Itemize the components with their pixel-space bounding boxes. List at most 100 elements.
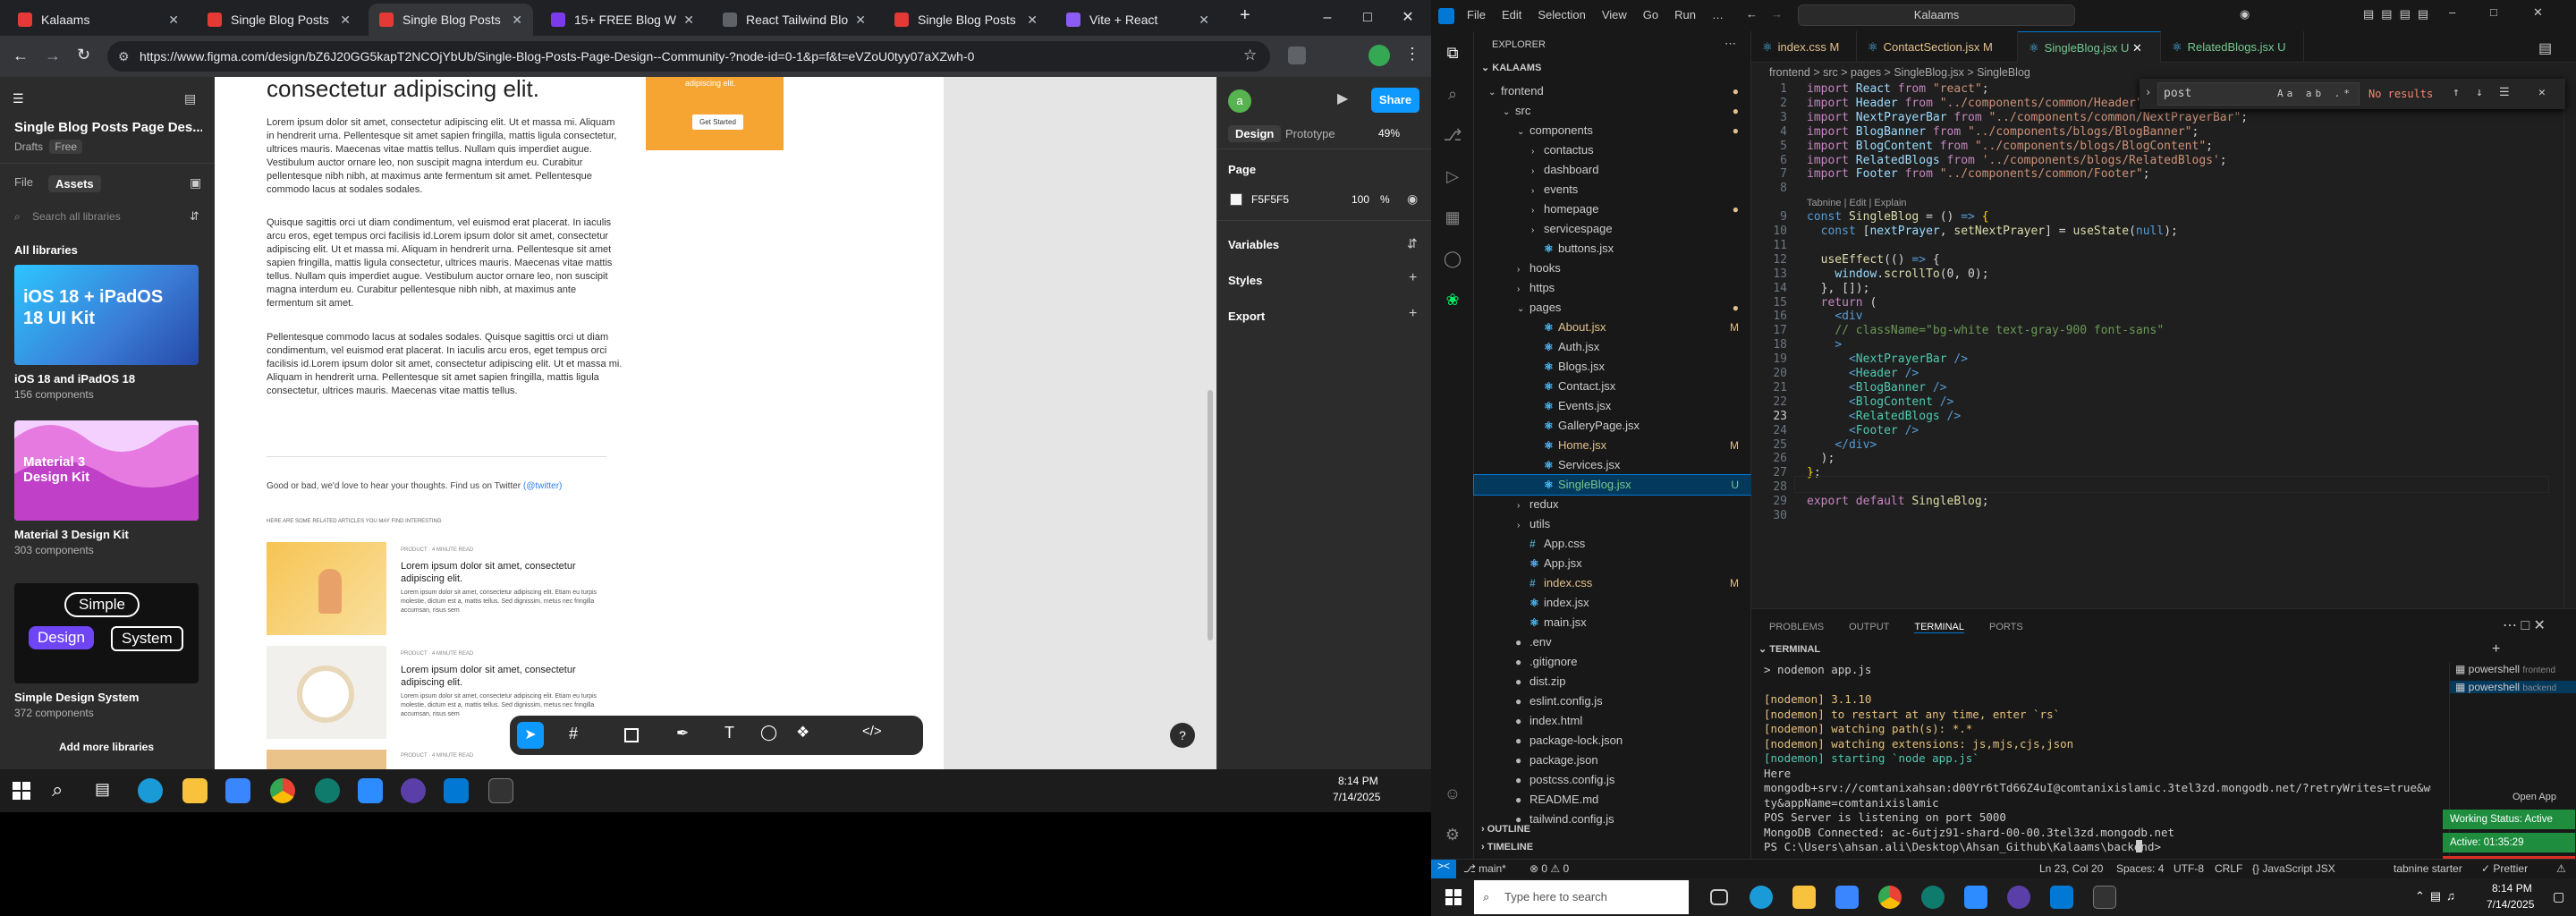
library-book-icon[interactable]: ▣ bbox=[190, 175, 201, 191]
folder-item[interactable]: › https bbox=[1474, 278, 1751, 298]
minimize-button[interactable]: – bbox=[1306, 0, 1349, 36]
edge-icon[interactable] bbox=[1750, 886, 1773, 909]
folder-item[interactable]: › servicespage bbox=[1474, 219, 1751, 239]
text-tool-icon[interactable]: T bbox=[724, 724, 734, 742]
tabnine-status[interactable]: tabnine starter bbox=[2394, 862, 2462, 875]
chrome-tab[interactable]: Single Blog Posts Page ✕ bbox=[197, 4, 361, 36]
split-editor-icon[interactable]: ▤ bbox=[2538, 39, 2552, 57]
file-item[interactable]: ● eslint.config.js bbox=[1474, 691, 1751, 711]
editor-tab[interactable]: ⚛ ContactSection.jsx M bbox=[1857, 31, 2018, 63]
library-tile-material[interactable]: Material 3 Design Kit bbox=[14, 420, 199, 521]
file-item[interactable]: # index.css M bbox=[1474, 573, 1751, 593]
file-item[interactable]: ● index.html bbox=[1474, 711, 1751, 731]
system-tray-icons[interactable]: ⌃▤♫ bbox=[2415, 889, 2461, 903]
cursor-position[interactable]: Ln 23, Col 20 bbox=[2039, 862, 2103, 875]
canvas-scrollbar[interactable] bbox=[1208, 390, 1213, 640]
command-center-search[interactable]: Kalaams bbox=[1798, 4, 2075, 26]
close-tab-icon[interactable]: ✕ bbox=[168, 13, 179, 28]
file-item[interactable]: ● .gitignore bbox=[1474, 652, 1751, 672]
close-window-button[interactable]: ✕ bbox=[2533, 5, 2543, 20]
menu-more[interactable]: … bbox=[1712, 8, 1724, 21]
account-icon[interactable]: ☺ bbox=[1442, 783, 1463, 804]
figma-menu-icon[interactable]: ☰ bbox=[13, 91, 24, 106]
obs-icon[interactable] bbox=[401, 778, 426, 803]
close-tab-icon[interactable]: ✕ bbox=[1199, 13, 1209, 28]
move-tool-icon[interactable]: ➤ bbox=[517, 722, 544, 749]
tab-prototype[interactable]: Prototype bbox=[1285, 127, 1335, 140]
indent-setting[interactable]: Spaces: 4 bbox=[2116, 862, 2164, 875]
chrome-icon[interactable] bbox=[270, 778, 295, 803]
export-section[interactable]: Export bbox=[1228, 310, 1265, 323]
explorer-more-icon[interactable]: ⋯ bbox=[1724, 37, 1736, 51]
maximize-button[interactable]: □ bbox=[1346, 0, 1389, 36]
add-more-libraries-button[interactable]: Add more libraries bbox=[14, 741, 199, 753]
site-info-icon[interactable]: ⚙ bbox=[118, 41, 130, 72]
file-item[interactable]: ⚛ SingleBlog.jsx U bbox=[1473, 474, 1752, 496]
design-frame[interactable]: consectetur adipiscing elit. Lorem ipsum… bbox=[215, 75, 944, 769]
layout-icons[interactable]: ▤▤▤▤ bbox=[2363, 7, 2436, 21]
zoom-level[interactable]: 49% bbox=[1378, 127, 1400, 140]
editor-tab[interactable]: ⚛ index.css M bbox=[1751, 31, 1857, 63]
chrome-icon[interactable] bbox=[1878, 886, 1902, 909]
profile-avatar[interactable] bbox=[1368, 45, 1390, 66]
task-view-icon[interactable] bbox=[1710, 889, 1728, 905]
file-item[interactable]: ⚛ App.jsx bbox=[1474, 554, 1751, 573]
close-tab-icon[interactable]: ✕ bbox=[1027, 13, 1038, 28]
folder-item[interactable]: › homepage ● bbox=[1474, 199, 1751, 219]
code-editor[interactable]: 1 2 3 4 5 6 7 8 9 10 11 12 13 14 15 16 17 18 19 20 21 22 23 24 2… bbox=[1751, 79, 2576, 610]
chrome-menu-icon[interactable]: ⋮ bbox=[1404, 45, 1420, 64]
url-field[interactable]: ⚙ https://www.figma.com/design/bZ6J20GG5… bbox=[107, 41, 1270, 72]
menu-item[interactable]: Selection bbox=[1538, 8, 1585, 21]
folder-item[interactable]: ⌄ frontend ● bbox=[1474, 81, 1751, 101]
editor-tab[interactable]: ⚛ SingleBlog.jsx U ✕ bbox=[2018, 31, 2161, 63]
frame-tool-icon[interactable]: # bbox=[569, 725, 578, 743]
clock-date[interactable]: 7/14/2025 bbox=[1333, 791, 1380, 803]
new-tab-button[interactable]: + bbox=[1240, 5, 1250, 26]
filter-icon[interactable]: ⇵ bbox=[190, 209, 199, 224]
folder-item[interactable]: › dashboard bbox=[1474, 160, 1751, 180]
folder-item[interactable]: › events bbox=[1474, 180, 1751, 199]
drafts-label[interactable]: Drafts Free bbox=[14, 140, 83, 154]
obs-icon[interactable] bbox=[2007, 886, 2030, 909]
file-item[interactable]: ⚛ index.jsx bbox=[1474, 593, 1751, 613]
line-ending[interactable]: CRLF bbox=[2215, 862, 2242, 875]
menu-item[interactable]: Edit bbox=[1502, 8, 1521, 21]
explorer-icon[interactable]: ⧉ bbox=[1442, 42, 1463, 64]
settings-gear-icon[interactable]: ⚙ bbox=[1442, 824, 1463, 845]
problems-count[interactable]: ⊗ 0 ⚠ 0 bbox=[1530, 862, 1569, 875]
menu-item[interactable]: Go bbox=[1643, 8, 1658, 21]
find-selection-icon[interactable]: ☰ bbox=[2499, 86, 2510, 99]
panel-tab[interactable]: PROBLEMS bbox=[1769, 622, 1824, 632]
file-explorer-icon[interactable] bbox=[182, 778, 208, 803]
folder-item[interactable]: ⌄ pages ● bbox=[1474, 298, 1751, 318]
page-opacity[interactable]: 100 bbox=[1352, 193, 1369, 206]
reload-icon[interactable]: ↻ bbox=[77, 46, 90, 64]
vscode-icon[interactable] bbox=[444, 778, 469, 803]
app-icon[interactable] bbox=[1921, 886, 1945, 909]
zoom-icon[interactable] bbox=[1964, 886, 1987, 909]
clock-time[interactable]: 8:14 PM bbox=[1338, 775, 1378, 787]
file-item[interactable]: ● README.md bbox=[1474, 790, 1751, 810]
file-item[interactable]: ● package.json bbox=[1474, 751, 1751, 770]
close-tab-icon[interactable]: ✕ bbox=[2132, 41, 2142, 55]
comment-tool-icon[interactable]: ◯ bbox=[760, 724, 777, 742]
back-icon[interactable]: ← bbox=[13, 47, 29, 65]
forward-icon[interactable]: → bbox=[45, 47, 61, 65]
tab-file[interactable]: File bbox=[14, 175, 33, 189]
help-button[interactable]: ? bbox=[1170, 723, 1195, 748]
maximize-button[interactable]: □ bbox=[2490, 5, 2497, 19]
mongodb-icon[interactable]: ❀ bbox=[1442, 289, 1463, 310]
file-item[interactable]: ⚛ Home.jsx M bbox=[1474, 436, 1751, 455]
folder-item[interactable]: ⌄ src ● bbox=[1474, 101, 1751, 121]
breadcrumb[interactable]: frontend > src > pages > SingleBlog.jsx … bbox=[1769, 66, 2030, 79]
file-item[interactable]: ⚛ Contact.jsx bbox=[1474, 377, 1751, 396]
tab-design[interactable]: Design bbox=[1228, 125, 1282, 142]
chrome-tab[interactable]: Single Blog Posts Page ✕ bbox=[884, 4, 1048, 36]
close-window-button[interactable]: ✕ bbox=[1386, 0, 1429, 36]
find-toggle-replace-icon[interactable]: › bbox=[2145, 86, 2151, 98]
zoom-icon[interactable] bbox=[358, 778, 383, 803]
github-icon[interactable]: ◯ bbox=[1442, 248, 1463, 269]
panel-tab[interactable]: OUTPUT bbox=[1849, 622, 1889, 632]
clock-time[interactable]: 8:14 PM bbox=[2492, 882, 2532, 895]
vertical-scrollbar[interactable] bbox=[2563, 82, 2576, 610]
